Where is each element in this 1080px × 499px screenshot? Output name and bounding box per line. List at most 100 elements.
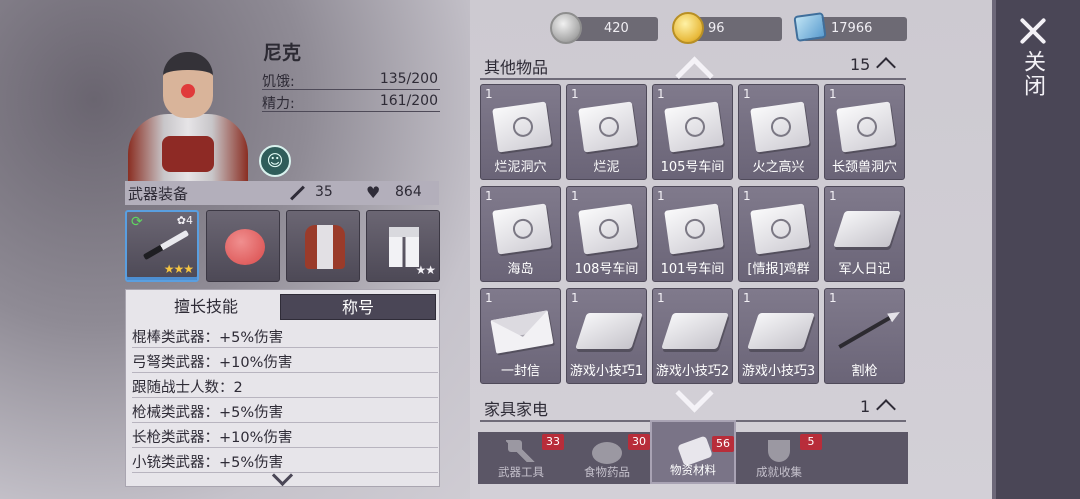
map-paper-icon	[492, 101, 552, 153]
knife-icon	[142, 229, 190, 261]
item-quantity: 1	[485, 291, 493, 305]
tab-achievements[interactable]: 5 成就收集	[736, 432, 822, 484]
inventory-item[interactable]: 1 海岛	[480, 186, 561, 282]
tab-skills[interactable]: 擅长技能	[131, 294, 281, 320]
skills-scroll-down-icon[interactable]	[272, 468, 292, 488]
book-icon	[833, 211, 901, 247]
skills-panel[interactable]: 擅长技能 称号 棍棒类武器：+5%伤害 弓弩类武器：+10%伤害 跟随战士人数：…	[125, 289, 440, 487]
scroll-up-icon[interactable]	[673, 54, 713, 76]
item-label: 烂泥	[593, 160, 620, 175]
section-collapse-icon[interactable]	[876, 54, 894, 72]
heart-icon: ♥	[366, 183, 381, 202]
skill-line: 棍棒类武器：+5%伤害	[132, 323, 438, 348]
equip-slot-armor[interactable]	[286, 210, 360, 282]
resource-gold-value: 96	[708, 21, 725, 36]
tab-food-medicine[interactable]: 30 食物药品	[564, 432, 650, 484]
equip-slot-weapon[interactable]: ⟳ ✿4 ★★★	[125, 210, 199, 282]
axe-icon	[506, 440, 536, 462]
tab-titles[interactable]: 称号	[280, 294, 436, 320]
map-paper-icon	[750, 101, 810, 153]
inventory-item[interactable]: 1 游戏小技巧2	[652, 288, 733, 384]
inventory-item[interactable]: 1 割枪	[824, 288, 905, 384]
hunger-stat: 饥饿: 135/200	[262, 68, 440, 90]
hunger-value: 135/200	[379, 71, 438, 87]
equip-slot-accessory[interactable]	[206, 210, 280, 282]
inventory-item[interactable]: 1 108号车间	[566, 186, 647, 282]
inventory-item[interactable]: 1 火之高兴	[738, 84, 819, 180]
inventory-item[interactable]: 1 长颈兽洞穴	[824, 84, 905, 180]
item-label: 游戏小技巧1	[569, 364, 644, 379]
tab-label: 物资材料	[670, 463, 716, 477]
character-name: 尼克	[263, 42, 302, 64]
tab-count: 30	[628, 434, 650, 450]
skill-line: 长枪类武器：+10%伤害	[132, 423, 438, 448]
tab-weapons-tools[interactable]: 33 武器工具	[478, 432, 564, 484]
close-bar[interactable]: 关闭	[992, 0, 1080, 499]
item-label: 海岛	[507, 262, 534, 277]
close-icon[interactable]	[1018, 16, 1048, 46]
letter-icon	[490, 310, 554, 354]
inventory-item[interactable]: 1 一封信	[480, 288, 561, 384]
item-quantity: 1	[657, 291, 665, 305]
item-quantity: 1	[571, 189, 579, 203]
energy-label: 精力:	[262, 96, 295, 112]
tab-count: 33	[542, 434, 564, 450]
item-label: 108号车间	[574, 262, 639, 277]
item-quantity: 1	[743, 87, 751, 101]
section-count-other: 15	[850, 55, 871, 74]
health-value: 864	[395, 184, 422, 200]
item-quantity: 1	[829, 87, 837, 101]
section-expand-icon[interactable]	[876, 396, 894, 414]
gold-coin-icon	[672, 12, 704, 44]
inventory-item[interactable]: 1 101号车间	[652, 186, 733, 282]
resource-ticket-value: 17966	[831, 21, 873, 36]
inventory-item[interactable]: 1 烂泥	[566, 84, 647, 180]
inventory-item[interactable]: 1 游戏小技巧3	[738, 288, 819, 384]
tab-count: 56	[712, 436, 734, 452]
close-label[interactable]: 关闭	[1018, 50, 1048, 98]
item-quantity: 1	[571, 87, 579, 101]
inventory-item[interactable]: 1 军人日记	[824, 186, 905, 282]
equipment-title: 武器装备	[128, 185, 189, 203]
item-quantity: 1	[571, 291, 579, 305]
tab-count: 5	[800, 434, 822, 450]
chest-emblem	[162, 136, 214, 172]
skill-line: 跟随战士人数：2	[132, 373, 438, 398]
attack-value: 35	[315, 184, 333, 200]
equip-slot-pants[interactable]: ★★	[366, 210, 440, 282]
character-portrait[interactable]	[118, 44, 258, 184]
book-icon	[661, 313, 729, 349]
map-paper-icon	[750, 203, 810, 255]
map-paper-icon	[664, 101, 724, 153]
item-label: 烂泥洞穴	[494, 160, 547, 175]
map-paper-icon	[492, 203, 552, 255]
item-label: 军人日记	[838, 262, 891, 277]
character-badge-icon[interactable]: ☺	[259, 145, 291, 177]
ticket-icon	[793, 12, 827, 42]
item-label: 火之高兴	[752, 160, 805, 175]
scroll-down-icon[interactable]	[673, 388, 713, 412]
resource-silver-value: 420	[604, 21, 629, 36]
inventory-item[interactable]: 1 [情报]鸡群	[738, 186, 819, 282]
item-quantity: 1	[829, 291, 837, 305]
tab-materials[interactable]: 56 物资材料	[650, 420, 736, 484]
tab-label: 成就收集	[756, 465, 802, 479]
item-label: 105号车间	[660, 160, 725, 175]
item-quantity: 1	[657, 189, 665, 203]
inventory-item[interactable]: 1 游戏小技巧1	[566, 288, 647, 384]
item-label: 割枪	[851, 364, 878, 379]
swap-icon[interactable]: ⟳	[131, 214, 143, 230]
energy-stat: 精力: 161/200	[262, 90, 440, 112]
inventory-item[interactable]: 1 烂泥洞穴	[480, 84, 561, 180]
trophy-icon	[768, 440, 790, 462]
map-paper-icon	[836, 101, 896, 153]
tab-label: 食物药品	[584, 465, 630, 479]
weapon-stars: ★★★	[163, 262, 194, 276]
item-quantity: 1	[485, 189, 493, 203]
skill-line: 枪械类武器：+5%伤害	[132, 398, 438, 423]
clown-nose	[181, 84, 195, 98]
item-label: 长颈兽洞穴	[831, 160, 897, 175]
equipment-header: 武器装备 35 ♥ 864	[125, 181, 439, 205]
inventory-item[interactable]: 1 105号车间	[652, 84, 733, 180]
resource-ticket: 17966	[793, 12, 907, 42]
